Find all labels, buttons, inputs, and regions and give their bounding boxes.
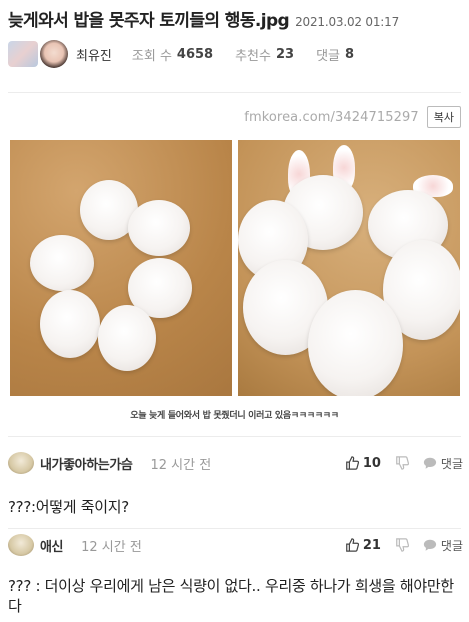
author-name[interactable]: 최유진 [76,45,112,64]
comment-actions: 10 댓글 [345,455,463,472]
post-meta: 최유진 조회 수 4658 추천수 23 댓글 8 [8,40,354,68]
post-date: 2021.03.02 01:17 [295,15,400,29]
views-count: 4658 [176,46,214,62]
like-count: 21 [362,537,381,553]
comments-count: 8 [345,46,355,62]
views-label: 조회 수 [131,48,172,64]
recommend-count: 23 [275,46,295,62]
speech-bubble-icon[interactable] [423,538,437,552]
commenter-avatar[interactable] [8,452,34,474]
commenter-avatar[interactable] [8,534,34,556]
reply-button[interactable]: 댓글 [441,537,463,554]
image-divider [8,436,461,437]
comment-text: ???:어떻게 죽이지? [8,498,129,516]
commenter-name[interactable]: 애신 [40,536,64,555]
thumbs-down-icon[interactable] [395,456,409,470]
thumbs-up-icon[interactable] [345,456,359,470]
comment-time: 12 시간 전 [81,539,142,555]
post-title: 늦게와서 밥을 못주자 토끼들의 행동.jpg [8,11,290,31]
post-image[interactable]: 오늘 늦게 들어와서 밥 못줬더니 이러고 있음ㅋㅋㅋㅋㅋㅋ [8,136,461,426]
copy-url-button[interactable]: 복사 [426,106,461,128]
comments-label: 댓글 [316,48,340,64]
comment-divider [8,528,461,529]
speech-bubble-icon[interactable] [423,456,437,470]
rabbits-photo-right [238,140,460,396]
author-badge-image [8,41,38,67]
like-count: 10 [362,455,381,471]
thumbs-down-icon[interactable] [395,538,409,552]
comment-header: 내가좋아하는가슴 12 시간 전 10 댓글 [8,452,463,474]
url-bar: fmkorea.com/3424715297 복사 [244,106,461,128]
thumbs-up-icon[interactable] [345,538,359,552]
comment-actions: 21 댓글 [345,537,463,554]
comment-time: 12 시간 전 [150,457,212,473]
comment-header: 애신 12 시간 전 21 댓글 [8,534,463,556]
comment-text: ??? : 더이상 우리에게 남은 식량이 없다.. 우리중 하나가 희생을 해… [8,577,454,615]
recommend-label: 추천수 [235,48,271,64]
commenter-name[interactable]: 내가좋아하는가슴 [40,454,133,473]
rabbits-photo-left [10,140,232,396]
author-avatar[interactable] [40,40,68,68]
post-url[interactable]: fmkorea.com/3424715297 [244,110,418,125]
image-caption: 오늘 늦게 들어와서 밥 못줬더니 이러고 있음ㅋㅋㅋㅋㅋㅋ [130,411,339,421]
reply-button[interactable]: 댓글 [441,455,463,472]
meta-divider [8,92,461,93]
post-header: 늦게와서 밥을 못주자 토끼들의 행동.jpg 2021.03.02 01:17 [8,6,463,32]
